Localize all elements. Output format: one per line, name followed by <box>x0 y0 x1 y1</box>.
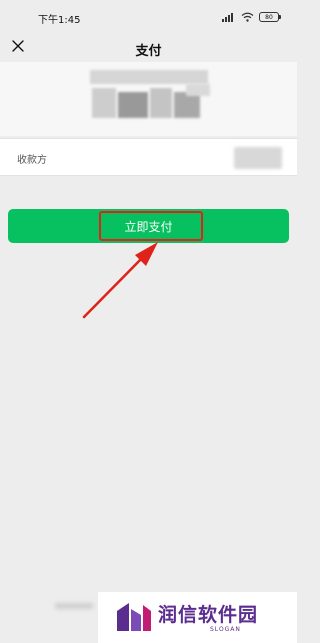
payee-row: 收款方 <box>0 138 297 176</box>
payee-label: 收款方 <box>17 155 47 166</box>
annotation-arrow <box>82 242 158 319</box>
nav-bar: 支付 <box>0 34 297 62</box>
battery-level: 80 <box>265 14 273 21</box>
blurred-amount-3 <box>150 88 172 118</box>
page-title: 支付 <box>135 44 162 59</box>
battery-icon: 80 <box>259 12 281 22</box>
status-icons: 80 <box>222 10 281 24</box>
signal-icon <box>222 13 233 22</box>
blurred-amount-2 <box>118 92 148 118</box>
watermark-slogan: SLOGAN <box>210 626 241 633</box>
wifi-icon <box>241 12 254 22</box>
blurred-merchant-name <box>90 70 208 84</box>
merchant-info-area <box>0 62 297 136</box>
blurred-amount-5 <box>186 84 210 96</box>
blurred-payee-value <box>234 147 282 169</box>
status-time: 下午1:45 <box>38 15 81 26</box>
watermark-title: 润信软件园 <box>158 604 259 626</box>
watermark: 润信软件园 SLOGAN <box>98 592 297 643</box>
status-bar: 下午1:45 80 <box>0 0 297 34</box>
blurred-amount-1 <box>92 88 116 118</box>
watermark-logo <box>117 603 151 631</box>
blurred-home-item <box>55 603 93 609</box>
